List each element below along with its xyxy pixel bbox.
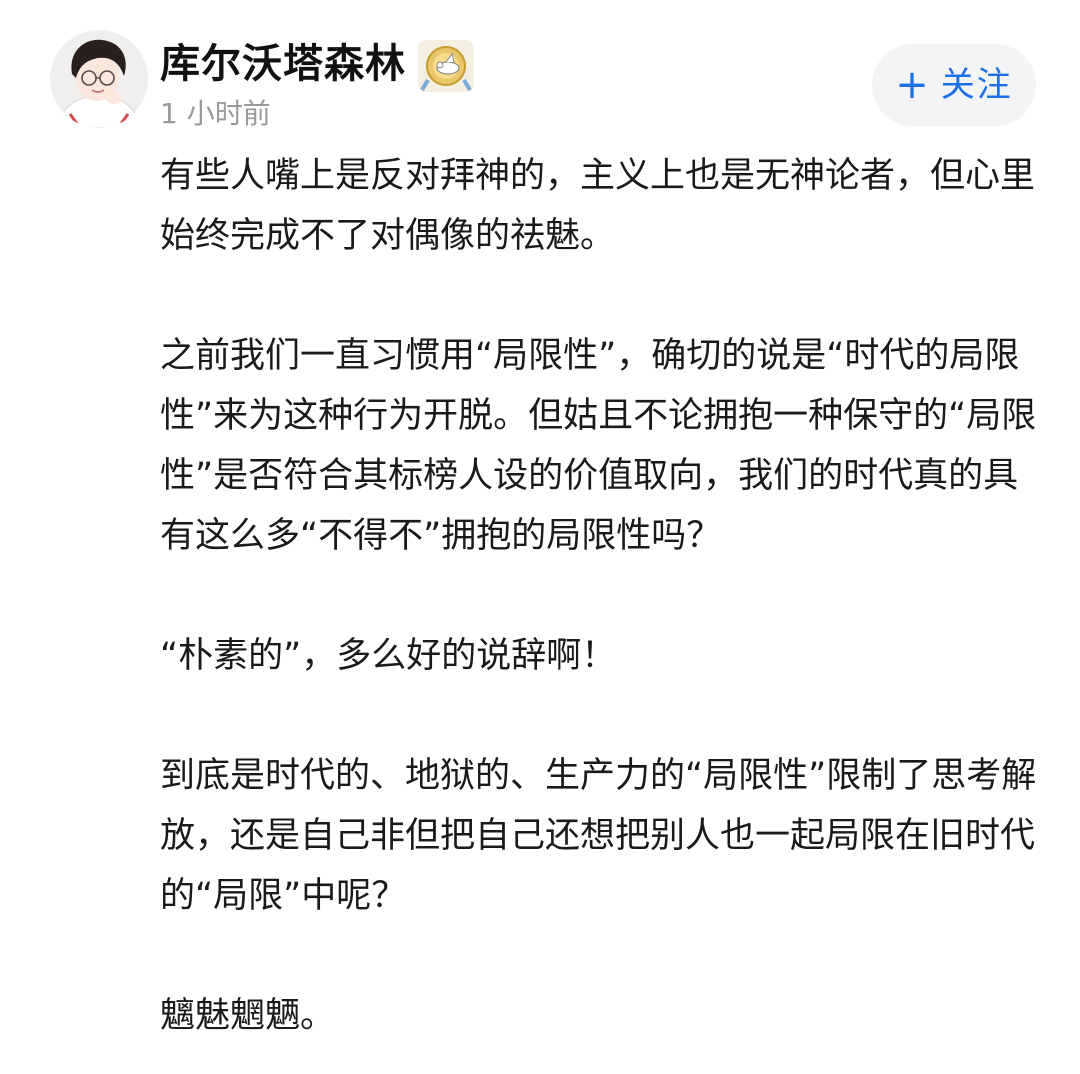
post-card: 库尔沃塔森林 1 小时前 + 关注 有些人嘴上是反对拜神的，主义上也是无神论者，…: [0, 0, 1080, 1074]
post-paragraph: 魑魅魍魉。: [160, 996, 336, 1036]
follow-button[interactable]: + 关注: [872, 44, 1036, 126]
post-paragraph: 到底是时代的、地狱的、生产力的“局限性”限制了思考解放，还是自己非但把自己还想把…: [160, 756, 1037, 916]
post-content: 有些人嘴上是反对拜神的，主义上也是无神论者，但心里始终完成不了对偶像的祛魅。 之…: [160, 146, 1040, 1046]
post-paragraph: 有些人嘴上是反对拜神的，主义上也是无神论者，但心里始终完成不了对偶像的祛魅。: [160, 156, 1036, 256]
post-timestamp: 1 小时前: [160, 97, 271, 130]
plus-icon: +: [895, 62, 929, 108]
follow-button-label: 关注: [940, 65, 1013, 105]
cartoon-avatar-icon[interactable]: [50, 30, 148, 128]
gold-medal-badge-icon: [418, 40, 474, 92]
post-paragraph: 之前我们一直习惯用“局限性”，确切的说是“时代的局限性”来为这种行为开脱。但姑且…: [160, 336, 1037, 556]
author-name[interactable]: 库尔沃塔森林: [160, 38, 406, 90]
post-paragraph: “朴素的”，多么好的说辞啊！: [160, 636, 617, 676]
